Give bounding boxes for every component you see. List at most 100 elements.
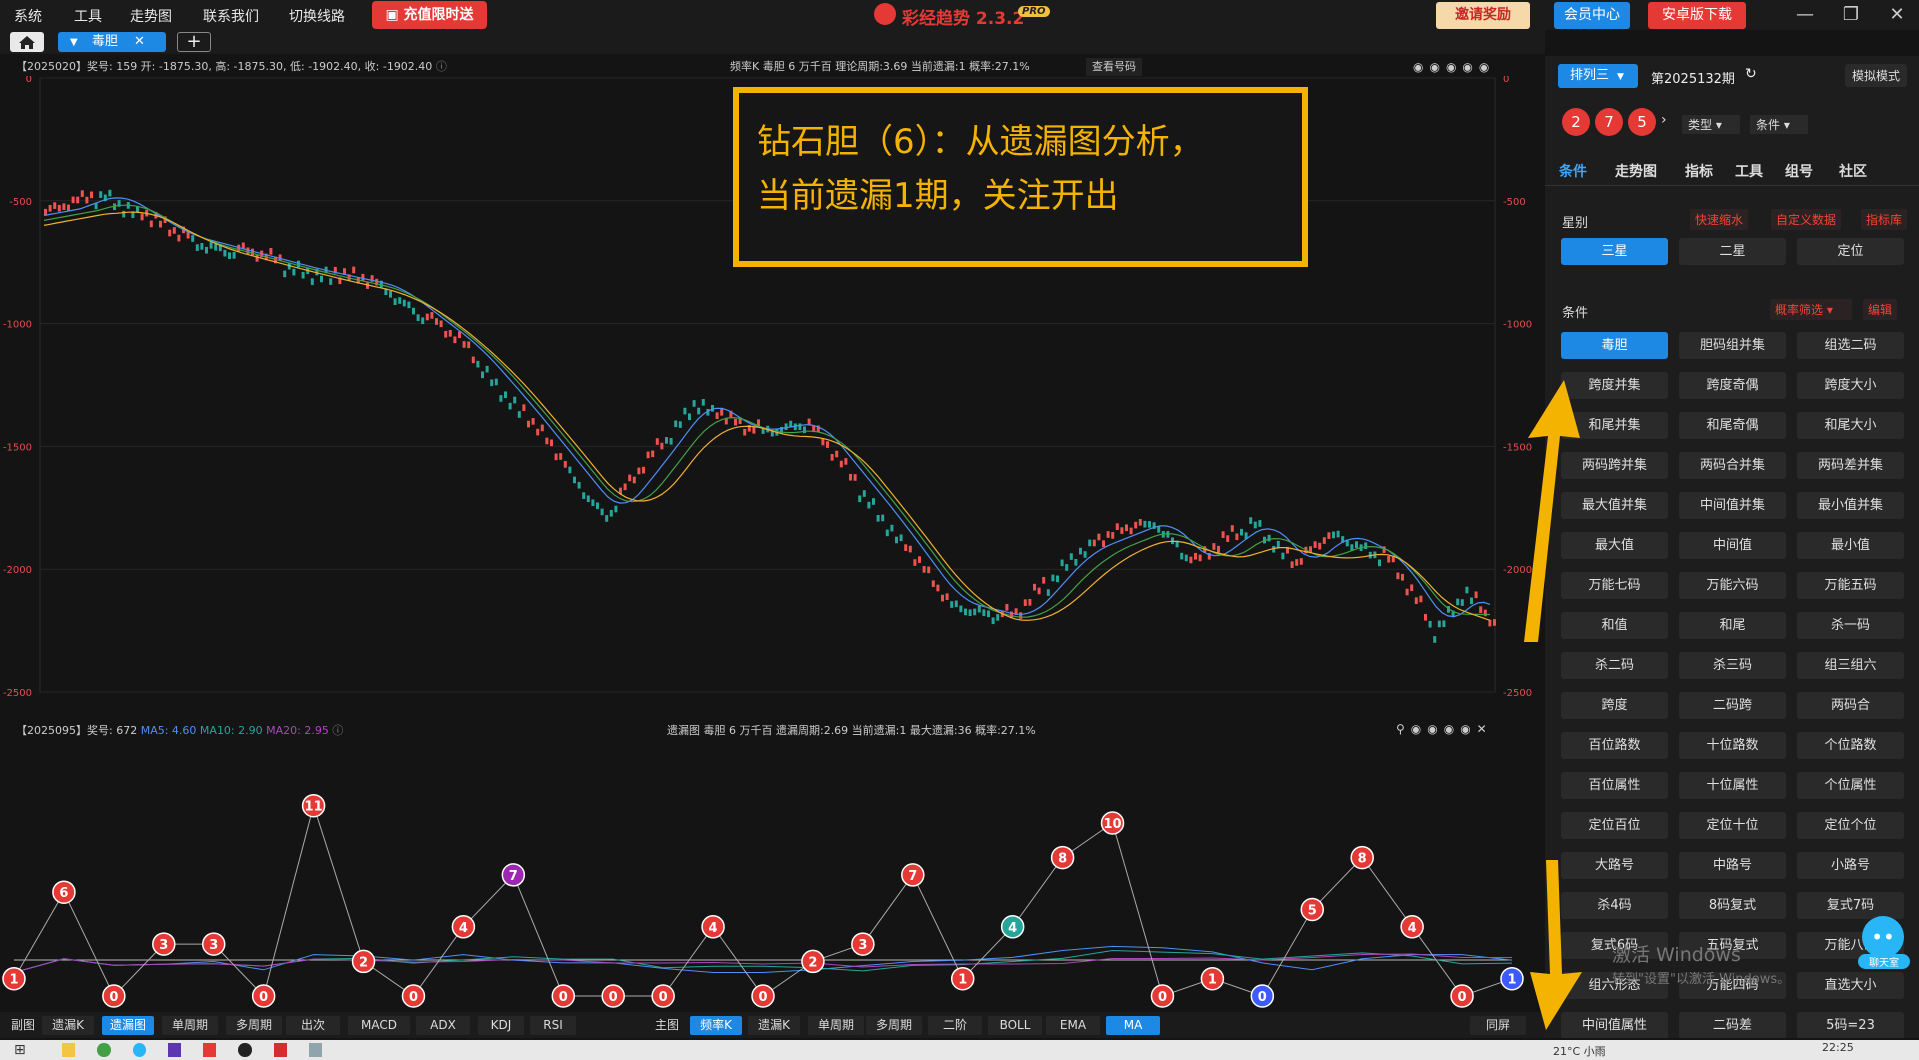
condition-item-4[interactable]: 跨度奇偶 [1679, 372, 1786, 399]
rtab-0[interactable]: 条件 [1559, 161, 1587, 181]
condition-item-37[interactable]: 定位十位 [1679, 812, 1786, 839]
condition-select[interactable]: 条件 ▾ [1750, 115, 1808, 134]
condition-item-11[interactable]: 两码差并集 [1797, 452, 1904, 479]
condition-item-17[interactable]: 最小值 [1797, 532, 1904, 559]
close-icon[interactable]: ✕ [1882, 4, 1912, 25]
custom-data-button[interactable]: 自定义数据 [1771, 209, 1842, 230]
menu-switch-line[interactable]: 切换线路 [289, 6, 345, 26]
sub-chart-8-button[interactable]: KDJ [478, 1016, 524, 1035]
rtab-1[interactable]: 走势图 [1615, 161, 1657, 181]
main-chart-4-button[interactable]: 多周期 [866, 1016, 922, 1035]
condition-item-8[interactable]: 和尾大小 [1797, 412, 1904, 439]
invite-reward-button[interactable]: 邀请奖励 [1436, 2, 1530, 29]
main-chart-7-button[interactable]: EMA [1046, 1016, 1100, 1035]
omission-chart-panel[interactable]: 【2025095】奖号: 672 MA5: 4.60 MA10: 2.90 MA… [0, 718, 1533, 1008]
taskbar-apps[interactable] [62, 1043, 322, 1059]
condition-item-29[interactable]: 两码合 [1797, 692, 1904, 719]
sub-chart-5-button[interactable]: 出次 [286, 1016, 340, 1035]
sub-chart-3-button[interactable]: 单周期 [162, 1016, 218, 1035]
lottery-app-icon[interactable] [203, 1043, 217, 1057]
main-chart-5-button[interactable]: 二阶 [928, 1016, 982, 1035]
condition-item-7[interactable]: 和尾奇偶 [1679, 412, 1786, 439]
main-chart-2-button[interactable]: 遗漏K [748, 1016, 800, 1035]
notepad-icon[interactable] [308, 1043, 322, 1057]
condition-item-53[interactable]: 5码=23 [1797, 1012, 1904, 1038]
menu-contact[interactable]: 联系我们 [203, 6, 259, 26]
type-select[interactable]: 类型 ▾ [1682, 115, 1740, 134]
menu-trend[interactable]: 走势图 [130, 6, 172, 26]
condition-item-22[interactable]: 和尾 [1679, 612, 1786, 639]
rtab-3[interactable]: 工具 [1735, 161, 1763, 181]
condition-item-1[interactable]: 胆码组并集 [1679, 332, 1786, 359]
add-tab-button[interactable]: + [177, 32, 211, 52]
restore-icon[interactable]: ❐ [1836, 4, 1866, 25]
sub-chart-1-button[interactable]: 遗漏K [42, 1016, 94, 1035]
android-download-button[interactable]: 安卓版下载 [1648, 2, 1746, 29]
main-chart-1-button[interactable]: 频率K [690, 1016, 742, 1035]
tab-close-icon[interactable]: ✕ [134, 34, 145, 49]
refresh-icon[interactable]: ↻ [1745, 66, 1757, 82]
main-chart-6-button[interactable]: BOLL [988, 1016, 1042, 1035]
k-panel-controls[interactable]: ◉◉◉◉◉ [1413, 60, 1495, 74]
indicator-lib-button[interactable]: 指标库 [1861, 209, 1908, 230]
condition-item-34[interactable]: 十位属性 [1679, 772, 1786, 799]
condition-item-31[interactable]: 十位路数 [1679, 732, 1786, 759]
condition-item-35[interactable]: 个位属性 [1797, 772, 1904, 799]
browser-icon[interactable] [132, 1043, 146, 1057]
simulate-mode-button[interactable]: 模拟模式 [1845, 64, 1908, 87]
condition-item-2[interactable]: 组选二码 [1797, 332, 1904, 359]
lottery-select[interactable]: 排列三 ▼ [1558, 64, 1638, 88]
o-panel-controls[interactable]: ⚲◉◉◉◉✕ [1396, 722, 1493, 736]
condition-item-10[interactable]: 两码合并集 [1679, 452, 1786, 479]
same-screen-button[interactable]: 同屏 [1470, 1016, 1526, 1035]
sub-chart-2-button[interactable]: 遗漏图 [102, 1016, 154, 1035]
condition-item-26[interactable]: 组三组六 [1797, 652, 1904, 679]
minimize-icon[interactable]: — [1790, 4, 1820, 25]
probability-filter-select[interactable]: 概率筛选 ▾ [1770, 299, 1852, 320]
condition-item-25[interactable]: 杀三码 [1679, 652, 1786, 679]
chevron-right-icon[interactable]: › [1661, 112, 1667, 128]
o-help-icon[interactable]: ⓘ [332, 724, 343, 737]
condition-item-50[interactable]: 直选大小 [1797, 972, 1904, 999]
chat-room-button[interactable]: •• 聊天室 [1858, 916, 1910, 969]
condition-item-19[interactable]: 万能六码 [1679, 572, 1786, 599]
qq-icon[interactable] [238, 1043, 252, 1057]
main-chart-0-button[interactable]: 主图 [652, 1016, 682, 1035]
rtab-2[interactable]: 指标 [1685, 161, 1713, 181]
windows-start-icon[interactable]: ⊞ [14, 1042, 26, 1058]
edit-button[interactable]: 编辑 [1863, 299, 1898, 320]
condition-item-5[interactable]: 跨度大小 [1797, 372, 1904, 399]
wps-icon[interactable] [273, 1043, 287, 1057]
main-chart-3-button[interactable]: 单周期 [808, 1016, 864, 1035]
rtab-4[interactable]: 组号 [1785, 161, 1813, 181]
position-button[interactable]: 定位 [1797, 238, 1904, 265]
condition-item-41[interactable]: 小路号 [1797, 852, 1904, 879]
condition-item-44[interactable]: 复式7码 [1797, 892, 1904, 919]
star-two-button[interactable]: 二星 [1679, 238, 1786, 265]
home-button[interactable] [10, 32, 44, 52]
member-center-button[interactable]: 会员中心 [1554, 2, 1630, 29]
menu-system[interactable]: 系统 [14, 6, 42, 26]
rtab-5[interactable]: 社区 [1839, 161, 1867, 181]
weather-widget[interactable]: 21°C 小雨 [1553, 1043, 1606, 1059]
help-icon[interactable]: ⓘ [436, 60, 447, 73]
condition-item-14[interactable]: 最小值并集 [1797, 492, 1904, 519]
sub-chart-0-button[interactable]: 副图 [10, 1016, 36, 1035]
sub-chart-7-button[interactable]: ADX [416, 1016, 470, 1035]
condition-item-13[interactable]: 中间值并集 [1679, 492, 1786, 519]
condition-item-38[interactable]: 定位个位 [1797, 812, 1904, 839]
condition-item-52[interactable]: 二码差 [1679, 1012, 1786, 1038]
tab-dudan[interactable]: ▼ 毒胆 ✕ [58, 32, 166, 52]
wechat-icon[interactable] [97, 1043, 111, 1057]
sub-chart-6-button[interactable]: MACD [348, 1016, 410, 1035]
condition-item-28[interactable]: 二码跨 [1679, 692, 1786, 719]
main-chart-8-button[interactable]: MA [1106, 1016, 1160, 1035]
condition-item-23[interactable]: 杀一码 [1797, 612, 1904, 639]
quick-shrink-button[interactable]: 快速缩水 [1690, 209, 1749, 230]
recharge-button[interactable]: ▣ 充值限时送 [372, 1, 487, 29]
sub-chart-9-button[interactable]: RSI [530, 1016, 576, 1035]
clock[interactable]: 22:25 [1822, 1041, 1854, 1054]
condition-item-20[interactable]: 万能五码 [1797, 572, 1904, 599]
view-numbers-button[interactable]: 查看号码 [1086, 58, 1142, 76]
condition-item-16[interactable]: 中间值 [1679, 532, 1786, 559]
